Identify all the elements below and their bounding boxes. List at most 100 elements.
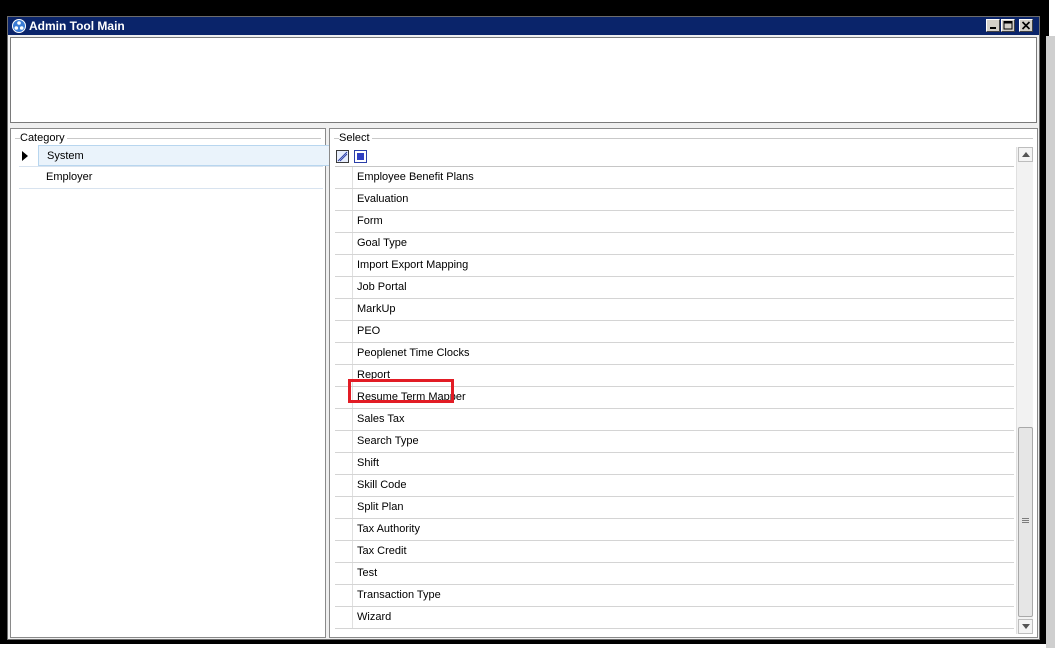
row-gutter bbox=[335, 409, 353, 430]
select-cell[interactable]: Import Export Mapping bbox=[357, 255, 468, 276]
category-grid: System Employer bbox=[19, 145, 331, 189]
select-row[interactable]: Job Portal bbox=[335, 277, 1014, 299]
select-row[interactable]: Tax Credit bbox=[335, 541, 1014, 563]
select-cell[interactable]: Skill Code bbox=[357, 475, 407, 496]
select-row[interactable]: Evaluation bbox=[335, 189, 1014, 211]
row-gutter bbox=[335, 607, 353, 628]
select-row[interactable]: Goal Type bbox=[335, 233, 1014, 255]
select-cell[interactable]: Tax Credit bbox=[357, 541, 407, 562]
select-row[interactable]: Shift bbox=[335, 453, 1014, 475]
select-row[interactable]: Resume Term Mapper bbox=[335, 387, 1014, 409]
row-gutter bbox=[335, 365, 353, 386]
select-row[interactable]: Import Export Mapping bbox=[335, 255, 1014, 277]
row-gutter bbox=[335, 299, 353, 320]
minimize-icon bbox=[990, 27, 996, 29]
select-label: Select bbox=[339, 132, 372, 144]
title-bar[interactable]: Admin Tool Main bbox=[8, 17, 1039, 35]
row-gutter bbox=[335, 453, 353, 474]
row-gutter bbox=[335, 541, 353, 562]
grip-line bbox=[1022, 522, 1029, 523]
select-panel: Select Employee Benefit Plans Evaluation F… bbox=[329, 128, 1038, 638]
select-row[interactable]: Employee Benefit Plans bbox=[335, 167, 1014, 189]
scroll-down-button[interactable] bbox=[1018, 619, 1033, 634]
select-row[interactable]: Report bbox=[335, 365, 1014, 387]
select-cell[interactable]: Wizard bbox=[357, 607, 391, 628]
row-gutter bbox=[335, 321, 353, 342]
row-gutter bbox=[335, 167, 353, 188]
select-cell[interactable]: Employee Benefit Plans bbox=[357, 167, 474, 188]
row-gutter bbox=[335, 585, 353, 606]
row-gutter bbox=[335, 343, 353, 364]
select-cell[interactable]: Sales Tax bbox=[357, 409, 405, 430]
category-row-system[interactable]: System bbox=[19, 145, 331, 167]
arrow-up-icon bbox=[1022, 152, 1030, 157]
close-icon bbox=[1021, 21, 1031, 30]
select-cell[interactable]: Shift bbox=[357, 453, 379, 474]
vertical-scrollbar[interactable] bbox=[1016, 147, 1033, 634]
select-cell[interactable]: Form bbox=[357, 211, 383, 232]
select-cell[interactable]: Tax Authority bbox=[357, 519, 420, 540]
select-row[interactable]: Sales Tax bbox=[335, 409, 1014, 431]
category-row-employer[interactable]: Employer bbox=[19, 167, 323, 189]
scroll-thumb[interactable] bbox=[1018, 427, 1033, 617]
select-row[interactable]: Tax Authority bbox=[335, 519, 1014, 541]
close-button[interactable] bbox=[1019, 19, 1033, 32]
scroll-up-button[interactable] bbox=[1018, 147, 1033, 162]
select-row[interactable]: Form bbox=[335, 211, 1014, 233]
group-border bbox=[334, 138, 1033, 139]
row-gutter bbox=[335, 189, 353, 210]
row-gutter bbox=[335, 497, 353, 518]
grip-line bbox=[1022, 518, 1029, 519]
select-row[interactable]: Split Plan bbox=[335, 497, 1014, 519]
checkbox-icon[interactable] bbox=[354, 150, 367, 163]
row-gutter bbox=[335, 277, 353, 298]
maximize-icon bbox=[1003, 21, 1013, 30]
select-all-glyph bbox=[337, 151, 348, 162]
maximize-button[interactable] bbox=[1001, 19, 1015, 32]
background-window-edge bbox=[1046, 36, 1055, 648]
select-row[interactable]: Transaction Type bbox=[335, 585, 1014, 607]
select-row[interactable]: Skill Code bbox=[335, 475, 1014, 497]
select-cell[interactable]: Split Plan bbox=[357, 497, 403, 518]
row-indicator bbox=[19, 145, 33, 166]
select-cell[interactable]: PEO bbox=[357, 321, 380, 342]
row-indicator bbox=[19, 167, 33, 188]
select-row[interactable]: Peoplenet Time Clocks bbox=[335, 343, 1014, 365]
select-row[interactable]: PEO bbox=[335, 321, 1014, 343]
app-icon bbox=[12, 19, 26, 33]
select-cell[interactable]: Transaction Type bbox=[357, 585, 441, 606]
select-row[interactable]: Test bbox=[335, 563, 1014, 585]
select-row[interactable]: MarkUp bbox=[335, 299, 1014, 321]
category-cell[interactable]: Employer bbox=[38, 167, 331, 188]
top-content-area bbox=[10, 37, 1037, 123]
select-cell[interactable]: Search Type bbox=[357, 431, 419, 452]
window-title: Admin Tool Main bbox=[29, 19, 125, 33]
select-cell[interactable]: Test bbox=[357, 563, 377, 584]
row-gutter bbox=[335, 475, 353, 496]
current-row-arrow-icon bbox=[22, 151, 28, 161]
select-cell[interactable]: Resume Term Mapper bbox=[357, 387, 466, 408]
select-cell[interactable]: Job Portal bbox=[357, 277, 407, 298]
row-gutter bbox=[335, 431, 353, 452]
category-cell[interactable]: System bbox=[38, 145, 331, 166]
select-cell[interactable]: Peoplenet Time Clocks bbox=[357, 343, 470, 364]
select-row[interactable]: Wizard bbox=[335, 607, 1014, 629]
category-panel: Category System Employer bbox=[10, 128, 331, 638]
minimize-button[interactable] bbox=[986, 19, 1000, 32]
arrow-down-icon bbox=[1022, 624, 1030, 629]
select-cell[interactable]: MarkUp bbox=[357, 299, 396, 320]
grip-line bbox=[1022, 520, 1029, 521]
select-cell[interactable]: Evaluation bbox=[357, 189, 408, 210]
select-cell[interactable]: Report bbox=[357, 365, 390, 386]
row-gutter bbox=[335, 233, 353, 254]
admin-tool-window: Admin Tool Main Category System Employer… bbox=[7, 16, 1040, 640]
select-cell[interactable]: Goal Type bbox=[357, 233, 407, 254]
row-gutter bbox=[335, 255, 353, 276]
select-rows: Employee Benefit Plans Evaluation Form Goal… bbox=[335, 167, 1014, 629]
row-gutter bbox=[335, 211, 353, 232]
row-gutter bbox=[335, 519, 353, 540]
row-gutter bbox=[335, 563, 353, 584]
category-label: Category bbox=[20, 132, 67, 144]
select-row[interactable]: Search Type bbox=[335, 431, 1014, 453]
select-all-icon[interactable] bbox=[336, 150, 349, 163]
